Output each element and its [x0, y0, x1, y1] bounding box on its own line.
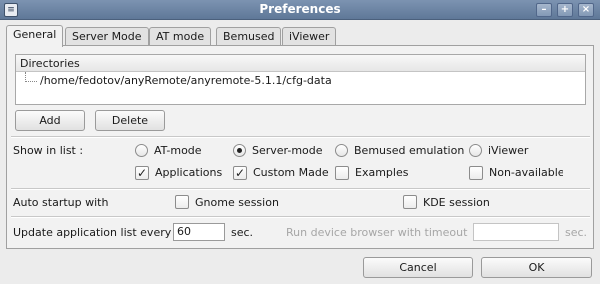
divider [11, 188, 590, 190]
iviewer-radio[interactable] [469, 144, 482, 157]
auto-startup-label: Auto startup with [13, 196, 109, 209]
examples-label[interactable]: Examples [355, 166, 408, 179]
directories-list[interactable]: Directories /home/fedotov/anyRemote/anyr… [15, 54, 586, 105]
close-icon[interactable]: × [578, 3, 594, 17]
maximize-icon[interactable]: + [557, 3, 573, 17]
gnome-session-label[interactable]: Gnome session [195, 196, 279, 209]
tab-general[interactable]: General [6, 25, 64, 47]
tab-bemused[interactable]: Bemused [216, 27, 282, 46]
tab-server-mode[interactable]: Server Mode [65, 27, 149, 46]
bemused-emulation-label[interactable]: Bemused emulation [354, 144, 464, 157]
gnome-session-checkbox[interactable] [175, 195, 189, 209]
delete-button[interactable]: Delete [95, 110, 165, 131]
general-panel: Directories /home/fedotov/anyRemote/anyr… [6, 45, 594, 249]
iviewer-label[interactable]: iViewer [488, 144, 528, 157]
divider [11, 216, 590, 218]
tab-at-mode[interactable]: AT mode [149, 27, 212, 46]
server-mode-radio[interactable] [233, 144, 246, 157]
divider [11, 136, 590, 138]
custom-made-label[interactable]: Custom Made [253, 166, 329, 179]
ok-button[interactable]: OK [481, 257, 592, 278]
at-mode-label[interactable]: AT-mode [154, 144, 202, 157]
bemused-emulation-radio[interactable] [335, 144, 348, 157]
minimize-icon[interactable]: – [536, 3, 552, 17]
cancel-button[interactable]: Cancel [363, 257, 473, 278]
kde-session-label[interactable]: KDE session [423, 196, 490, 209]
window-title: Preferences [259, 2, 341, 16]
tree-branch-icon [25, 72, 37, 82]
browser-timeout-label: Run device browser with timeout [286, 226, 468, 239]
non-available-label[interactable]: Non-available [489, 166, 563, 179]
tab-iviewer[interactable]: iViewer [282, 27, 337, 46]
non-available-checkbox[interactable] [469, 166, 483, 180]
applications-label[interactable]: Applications [155, 166, 222, 179]
show-in-list-label: Show in list : [13, 144, 84, 157]
server-mode-label[interactable]: Server-mode [252, 144, 323, 157]
title-bar: ≡ Preferences – + × [0, 0, 600, 20]
kde-session-checkbox[interactable] [403, 195, 417, 209]
directories-header[interactable]: Directories [16, 55, 585, 72]
add-button[interactable]: Add [15, 110, 85, 131]
directory-path: /home/fedotov/anyRemote/anyremote-5.1.1/… [40, 74, 332, 87]
browser-timeout-field [473, 223, 559, 241]
at-mode-radio[interactable] [135, 144, 148, 157]
update-interval-field[interactable]: 60 [173, 223, 225, 241]
update-interval-label: Update application list every [13, 226, 172, 239]
applications-checkbox[interactable]: ✓ [135, 166, 149, 180]
examples-checkbox[interactable] [335, 166, 349, 180]
custom-made-checkbox[interactable]: ✓ [233, 166, 247, 180]
update-interval-unit: sec. [231, 226, 254, 239]
browser-timeout-unit: sec. [565, 226, 588, 239]
list-item[interactable]: /home/fedotov/anyRemote/anyremote-5.1.1/… [16, 72, 585, 90]
